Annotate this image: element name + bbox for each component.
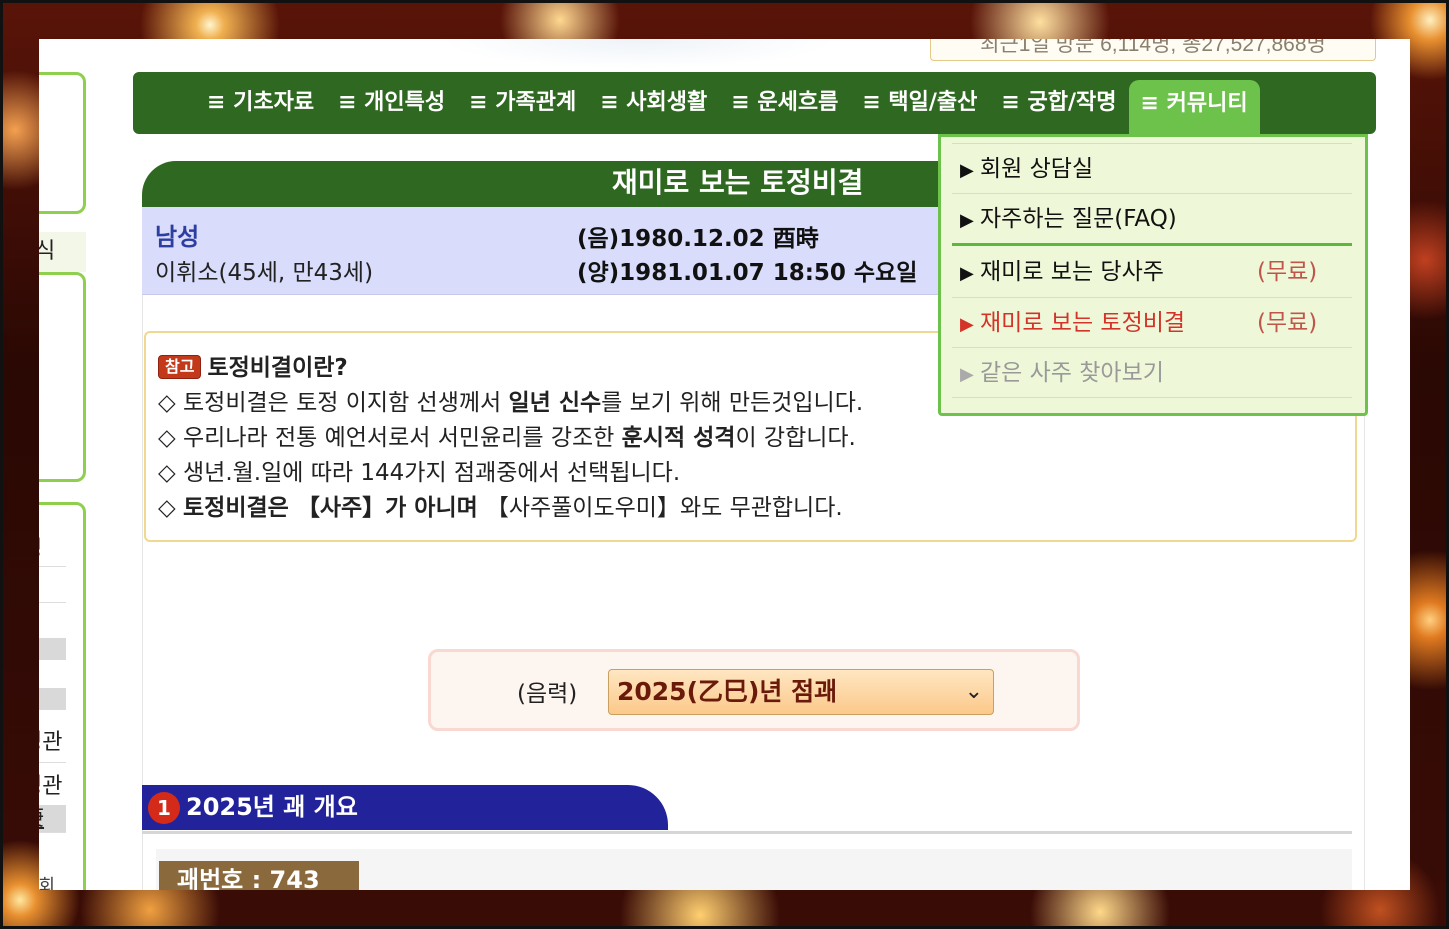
triangle-right-icon: ▶ xyxy=(960,364,974,385)
sidebar-gray-bar xyxy=(39,688,66,710)
header-sky xyxy=(439,39,839,69)
section-rule xyxy=(142,831,1352,834)
community-dropdown: ▶ 회원 상담실 ▶ 자주하는 질문(FAQ) ▶ 재미로 보는 당사주 (무료) ▶… xyxy=(938,134,1368,416)
bullet-icon: ◇ xyxy=(158,460,176,486)
menu-item-label: 재미로 보는 토정비결 xyxy=(980,310,1186,336)
sidebar-row-empty xyxy=(39,567,66,603)
menu-bottom-rule xyxy=(952,397,1352,398)
sidebar-row[interactable]: 성관 xyxy=(39,723,66,763)
sidebar-box-top xyxy=(39,72,86,214)
profile-lunar-date: (음)1980.12.02 酉時 xyxy=(577,226,819,252)
nav-social-life[interactable]: ≡ 사회생활 xyxy=(588,72,719,134)
note-line-1: ◇ 토정비결은 토정 이지함 선생께서 일년 신수를 보기 위해 만든것입니다. xyxy=(158,386,863,421)
triangle-right-icon: ▶ xyxy=(960,210,974,231)
section-header: 1 2025년 괘 개요 xyxy=(142,785,668,830)
menu-item-dangsaju[interactable]: ▶ 재미로 보는 당사주 (무료) xyxy=(952,247,1352,297)
profile-name: 이휘소(45세, 만43세) xyxy=(155,260,374,286)
menu-separator xyxy=(952,243,1352,246)
year-label: (음력) xyxy=(517,681,578,707)
menu-item-faq[interactable]: ▶ 자주하는 질문(FAQ) xyxy=(952,193,1352,243)
nav-fortune-flow[interactable]: ≡ 운세흐름 xyxy=(719,72,850,134)
page-title: 재미로 보는 토정비결 xyxy=(612,166,864,199)
menu-item-member-consult[interactable]: ▶ 회원 상담실 xyxy=(952,143,1352,193)
free-tag: (무료) xyxy=(1257,259,1318,285)
note-text: 를 보기 위해 만든것입니다. xyxy=(601,390,864,416)
note-badge: 참고 xyxy=(158,355,202,379)
triangle-right-icon: ▶ xyxy=(960,160,974,181)
note-text: 이 강합니다. xyxy=(735,425,856,451)
section-number: 1 xyxy=(148,792,180,824)
sidebar-bottom-text: 조회 xyxy=(39,875,66,890)
profile-band: 남성 이휘소(45세, 만43세) (음)1980.12.02 酉時 (양)19… xyxy=(142,207,952,295)
note-line-4: ◇ 토정비결은 【사주】가 아니며 【사주풀이도우미】와도 무관합니다. xyxy=(158,491,863,526)
nav-items: ≡ 기초자료 ≡ 개인특성 ≡ 가족관계 ≡ 사회생활 ≡ 운세흐름 ≡ 택일/… xyxy=(195,72,1260,140)
note-text: 와도 무관합니다. xyxy=(679,495,843,521)
main-nav: ≡ 기초자료 ≡ 개인특성 ≡ 가족관계 ≡ 사회생활 ≡ 운세흐름 ≡ 택일/… xyxy=(133,72,1376,140)
note-text: 토정비결은 토정 이지함 선생께서 xyxy=(175,390,509,416)
sidebar-row[interactable]: 성 xyxy=(39,533,66,567)
sidebar-row[interactable]: 성관 xyxy=(39,767,66,807)
nav-family[interactable]: ≡ 가족관계 xyxy=(457,72,588,134)
triangle-right-icon: ▶ xyxy=(960,314,974,335)
menu-item-label: 재미로 보는 당사주 xyxy=(980,259,1164,285)
nav-date-birth[interactable]: ≡ 택일/출산 xyxy=(850,72,989,134)
menu-item-label: 자주하는 질문(FAQ) xyxy=(980,206,1177,232)
note-bold: 일년 신수 xyxy=(508,390,602,416)
bullet-icon: ◇ xyxy=(158,425,176,451)
sidebar-box-bottom: 성 성관 성관 庚 조회 xyxy=(39,502,86,890)
sidebar-row-gan[interactable]: 庚 xyxy=(39,805,66,833)
note-bold: 토정비결은 【사주】가 아니며 xyxy=(183,495,486,521)
nav-basic-data[interactable]: ≡ 기초자료 xyxy=(195,72,326,134)
sidebar-tab[interactable]: 식 xyxy=(39,232,86,272)
note-text: 우리나라 전통 예언서로서 서민윤리를 강조한 xyxy=(175,425,622,451)
menu-item-tojeong[interactable]: ▶ 재미로 보는 토정비결 (무료) xyxy=(952,297,1352,347)
visitor-counter: 최근1일 방문 6,114명, 총27,527,868명 xyxy=(930,39,1376,61)
profile-solar-date: (양)1981.01.07 18:50 수요일 xyxy=(577,260,918,286)
page-title-bar: 재미로 보는 토정비결 xyxy=(142,161,942,207)
free-tag: (무료) xyxy=(1257,310,1318,336)
note-text: 생년.월.일에 따라 144가지 점괘중에서 선택됩니다. xyxy=(175,460,681,486)
nav-personal-traits[interactable]: ≡ 개인특성 xyxy=(326,72,457,134)
gua-number-tab: 괘번호 : 743 xyxy=(159,861,359,890)
section-title: 2025년 괘 개요 xyxy=(186,793,358,821)
bullet-icon: ◇ xyxy=(158,390,176,416)
year-select-value: 2025(乙巳)년 점괘 xyxy=(617,677,838,706)
year-select[interactable]: 2025(乙巳)년 점괘 ⌄ xyxy=(608,669,994,715)
note-heading: 토정비결이란? xyxy=(207,355,348,381)
menu-item-label: 같은 사주 찾아보기 xyxy=(980,360,1164,386)
triangle-right-icon: ▶ xyxy=(960,263,974,284)
menu-item-label: 회원 상담실 xyxy=(980,156,1094,182)
nav-compat-naming[interactable]: ≡ 궁합/작명 xyxy=(989,72,1128,134)
chevron-down-icon: ⌄ xyxy=(964,679,983,704)
note-text: 【사주풀이도우미】 xyxy=(485,495,680,521)
sidebar-box-middle xyxy=(39,272,86,482)
sidebar-gray-bar xyxy=(39,638,66,660)
menu-item-same-saju[interactable]: ▶ 같은 사주 찾아보기 xyxy=(952,347,1352,397)
note-heading-row: 참고 토정비결이란? xyxy=(158,351,863,386)
year-selector-box: (음력) 2025(乙巳)년 점괘 ⌄ xyxy=(428,649,1080,731)
note-line-3: ◇ 생년.월.일에 따라 144가지 점괘중에서 선택됩니다. xyxy=(158,456,863,491)
note-line-2: ◇ 우리나라 전통 예언서로서 서민윤리를 강조한 훈시적 성격이 강합니다. xyxy=(158,421,863,456)
bullet-icon: ◇ xyxy=(158,495,176,521)
nav-community[interactable]: ≡ 커뮤니티 xyxy=(1128,80,1260,140)
profile-gender: 남성 xyxy=(155,223,200,251)
note-bold: 훈시적 성격 xyxy=(621,425,736,451)
